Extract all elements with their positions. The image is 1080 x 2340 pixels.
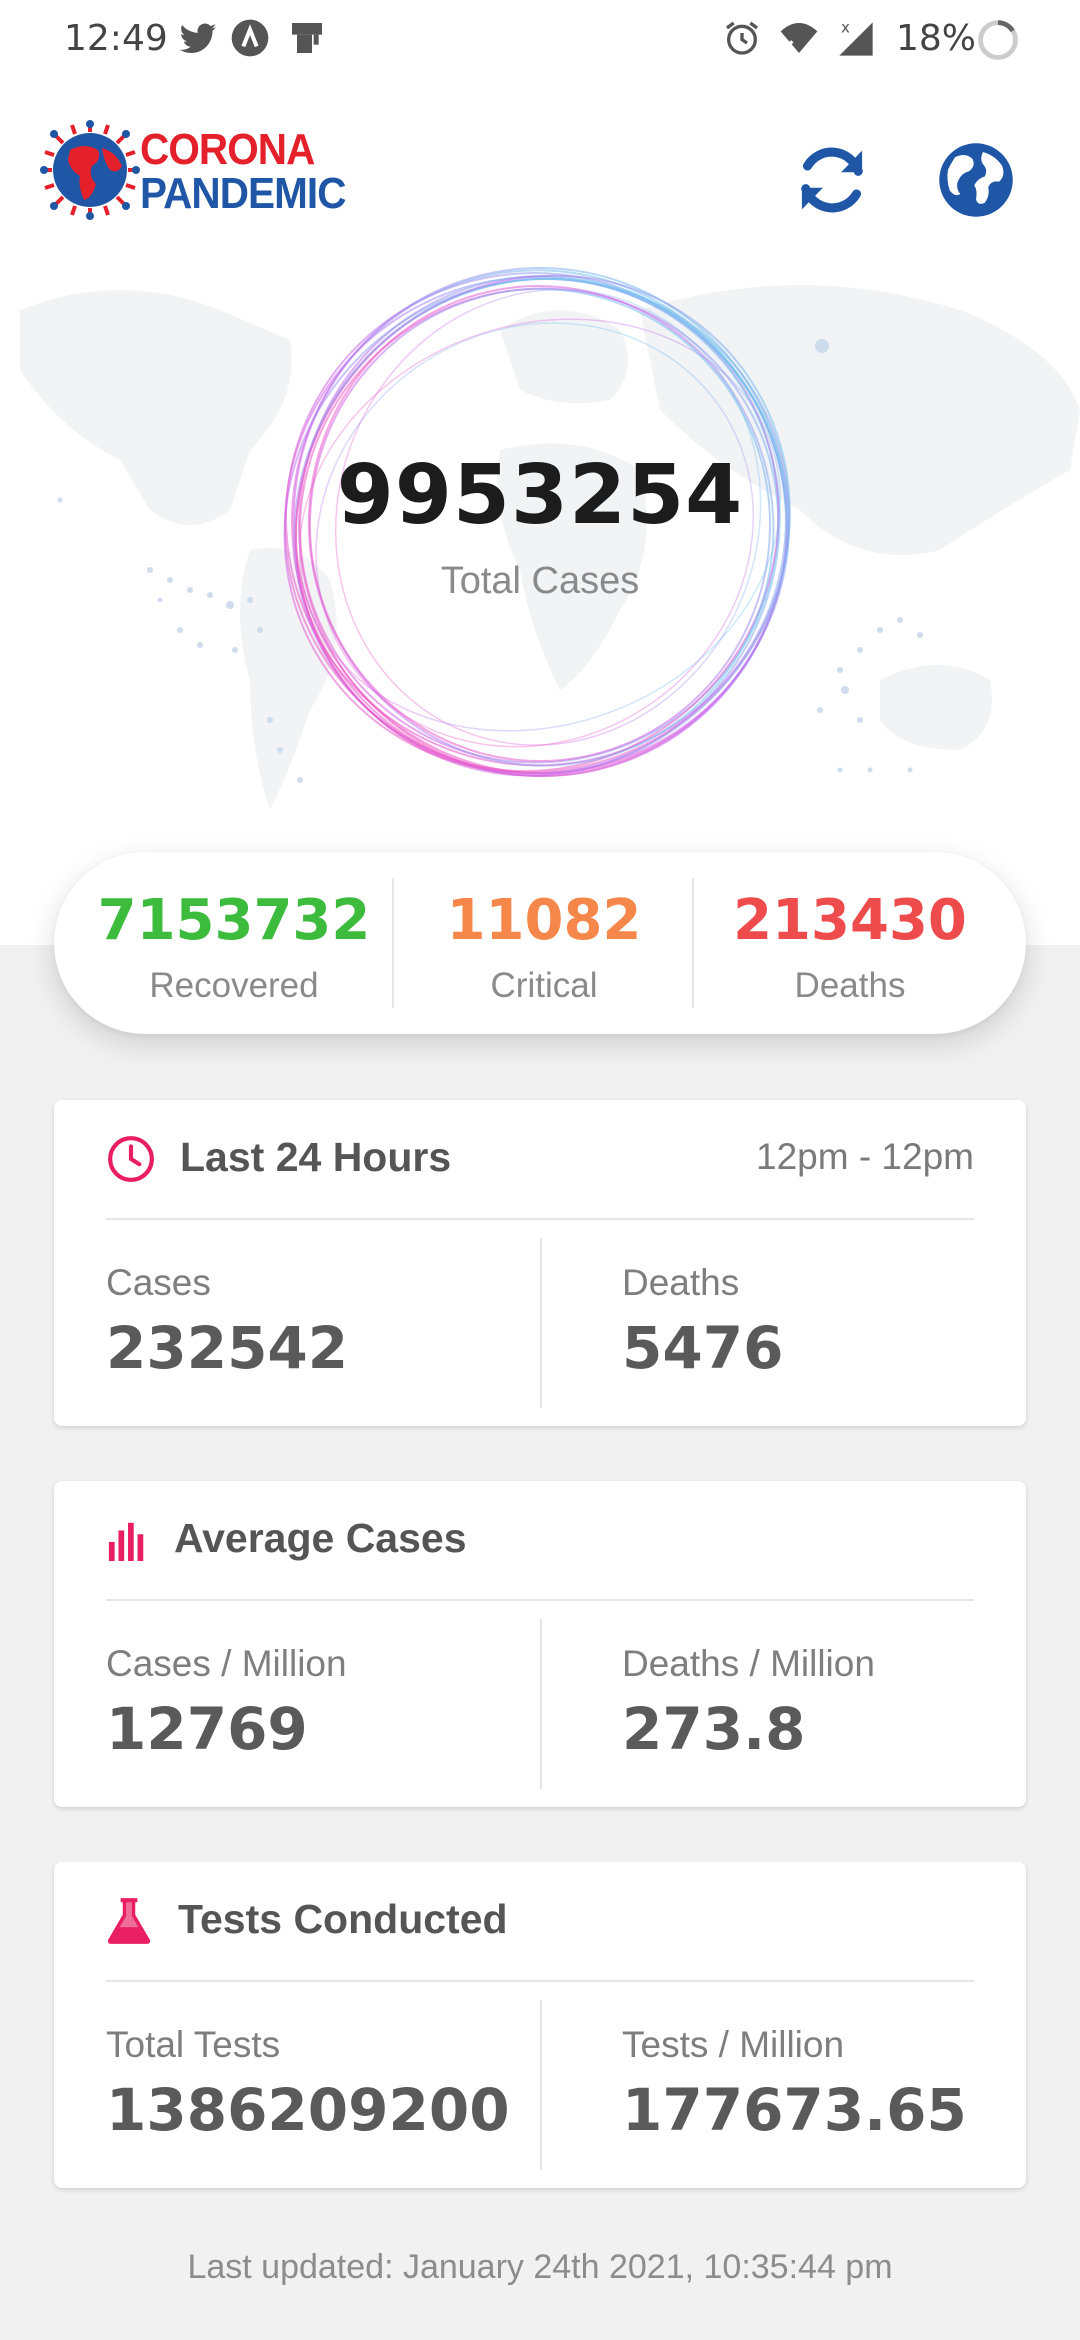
card-title: Tests Conducted	[178, 1896, 508, 1942]
recovered-label: Recovered	[149, 966, 319, 1005]
stat-label: Cases	[106, 1262, 211, 1303]
stat-label: Deaths / Million	[622, 1643, 875, 1684]
twitter-icon	[178, 18, 218, 63]
card-divider	[540, 1619, 542, 1789]
notification-icon	[286, 18, 328, 63]
status-bar: 12:49 x 18%	[0, 0, 1080, 80]
stat-value: 1386209200	[106, 2076, 510, 2144]
wifi-icon	[776, 18, 822, 63]
card-header: Average Cases	[106, 1481, 974, 1601]
card-last-24-hours: Last 24 Hours 12pm - 12pm Cases 232542 D…	[54, 1100, 1026, 1426]
stat-value: 5476	[622, 1314, 784, 1382]
card-average-cases: Average Cases Cases / Million 12769 Deat…	[54, 1481, 1026, 1807]
signal-icon: x	[836, 18, 876, 65]
critical-value: 11082	[446, 888, 642, 953]
summary-deaths: 213430 Deaths	[694, 852, 1006, 1034]
deaths-value: 213430	[733, 888, 967, 953]
summary-bar: 7153732 Recovered 11082 Critical 213430 …	[54, 852, 1026, 1034]
stat-tests-per-million: Tests / Million 177673.65	[622, 2024, 967, 2144]
clock-icon	[106, 1134, 156, 1189]
summary-recovered: 7153732 Recovered	[74, 852, 394, 1034]
stat-total-tests: Total Tests 1386209200	[106, 2024, 510, 2144]
globe-icon	[939, 143, 1013, 217]
card-title: Average Cases	[174, 1515, 467, 1561]
stat-deaths: Deaths 5476	[622, 1262, 783, 1382]
stat-value: 12769	[106, 1695, 308, 1763]
status-time: 12:49	[64, 18, 168, 59]
stat-cases: Cases 232542	[106, 1262, 348, 1382]
svg-text:x: x	[841, 18, 850, 36]
logo-text-corona: CORONA	[140, 125, 315, 174]
stat-value: 232542	[106, 1314, 349, 1382]
stat-value: 273.8	[622, 1695, 806, 1763]
alarm-icon	[722, 18, 762, 63]
hero-section: 12:49 x 18% 9953254 Total Cases CORONA P…	[0, 0, 1080, 945]
refresh-button[interactable]	[790, 138, 874, 222]
stat-deaths-per-million: Deaths / Million 273.8	[622, 1643, 875, 1763]
app-icon	[230, 18, 270, 63]
card-header: Last 24 Hours 12pm - 12pm	[106, 1100, 974, 1220]
card-tests-conducted: Tests Conducted Total Tests 1386209200 T…	[54, 1862, 1026, 2188]
logo-text-pandemic: PANDEMIC	[140, 169, 346, 218]
flask-icon	[106, 1896, 152, 1951]
total-cases-value: 9953254	[336, 448, 744, 543]
card-header: Tests Conducted	[106, 1862, 974, 1982]
last-updated-text: Last updated: January 24th 2021, 10:35:4…	[187, 2248, 893, 2286]
stat-cases-per-million: Cases / Million 12769	[106, 1643, 347, 1763]
stat-label: Deaths	[622, 1262, 740, 1303]
globe-button[interactable]	[934, 138, 1018, 222]
total-cases-label: Total Cases	[440, 560, 640, 602]
virus-globe-icon	[40, 120, 140, 220]
summary-critical: 11082 Critical	[394, 852, 694, 1034]
stat-label: Total Tests	[106, 2024, 281, 2065]
deaths-label: Deaths	[794, 966, 906, 1005]
stat-label: Cases / Million	[106, 1643, 347, 1684]
stat-value: 177673.65	[622, 2076, 967, 2144]
critical-label: Critical	[490, 966, 598, 1005]
card-divider	[540, 2000, 542, 2170]
refresh-icon	[801, 147, 863, 213]
stat-label: Tests / Million	[622, 2024, 845, 2065]
bar-chart-icon	[106, 1519, 150, 1566]
card-title: Last 24 Hours	[180, 1134, 452, 1180]
recovered-value: 7153732	[97, 888, 371, 953]
app-logo: CORONA PANDEMIC	[40, 120, 370, 225]
card-time-range: 12pm - 12pm	[756, 1136, 974, 1177]
card-divider	[540, 1238, 542, 1408]
battery-icon	[976, 18, 1020, 67]
battery-percent: 18%	[896, 18, 977, 59]
